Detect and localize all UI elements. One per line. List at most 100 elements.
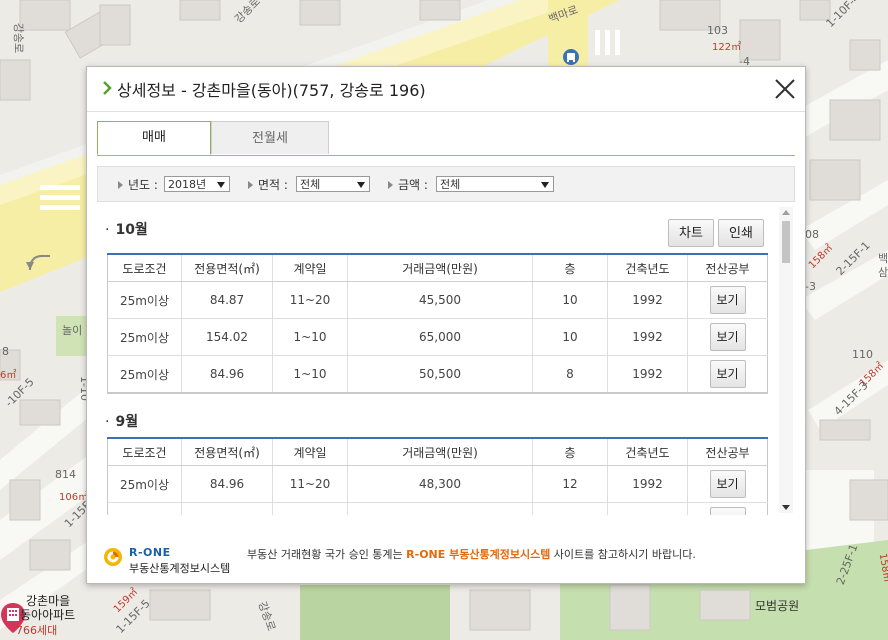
build-year-cell: 1992 — [607, 281, 688, 319]
price-select-value: 전체 — [440, 178, 461, 191]
contract-day-cell: 11~20 — [272, 281, 348, 319]
deals-table-october: 도로조건 전용면적(㎡) 계약일 거래금액(만원) 층 건축년도 전산공부 25… — [107, 253, 768, 394]
deals-table-september: 도로조건 전용면적(㎡) 계약일 거래금액(만원) 층 건축년도 전산공부 25… — [107, 437, 768, 515]
price-select[interactable]: 전체 — [436, 176, 554, 192]
dropdown-arrow-icon — [357, 182, 365, 188]
rone-site-link[interactable]: R-ONE 부동산통계정보시스템 — [406, 548, 550, 561]
detail-dialog: 상세정보 - 강촌마을(동아)(757, 강송로 196) 매매 전월세 년도 … — [86, 66, 806, 584]
contract-day-cell: 1~10 — [272, 318, 348, 356]
build-year-cell: 1992 — [607, 355, 688, 394]
ledger-cell: 보기 — [687, 318, 768, 356]
map-label: 8 — [2, 345, 9, 358]
view-ledger-button[interactable]: 보기 — [709, 286, 746, 314]
column-header: 전용면적(㎡) — [181, 253, 273, 282]
triangle-right-icon — [388, 180, 393, 189]
rone-logo[interactable]: R-ONE 부동산통계정보시스템 — [101, 537, 241, 575]
road-condition-cell: 25m이상 — [107, 281, 182, 319]
column-header: 계약일 — [272, 253, 348, 282]
area-cell: 84.96 — [181, 502, 273, 515]
map-label: 814 — [55, 468, 76, 481]
map-label: 6㎡ — [0, 370, 17, 381]
month-heading: · 10월 — [105, 222, 148, 238]
chart-button[interactable]: 차트 — [668, 219, 714, 247]
content-scrollbar[interactable] — [779, 207, 793, 513]
area-filter-label: 면적 : — [248, 176, 288, 194]
price-cell: 48,300 — [347, 465, 533, 503]
footer-notice-text: 부동산 거래현황 국가 승인 통계는 — [247, 548, 407, 561]
column-header: 층 — [532, 253, 608, 282]
column-header: 전산공부 — [687, 437, 768, 466]
ledger-cell: 보기 — [687, 281, 768, 319]
scrollbar-thumb[interactable] — [782, 221, 790, 263]
apartment-name-line2: 동아아파트 — [20, 608, 76, 622]
contract-day-cell: 11~20 — [272, 465, 348, 503]
rone-logo-icon — [104, 548, 122, 566]
bus-stop-icon[interactable] — [562, 48, 580, 66]
dialog-footer: R-ONE 부동산통계정보시스템 부동산 거래현황 국가 승인 통계는 R-ON… — [87, 527, 805, 583]
ledger-cell: 보기 — [687, 502, 768, 515]
close-icon[interactable] — [773, 77, 797, 101]
column-header: 거래금액(만원) — [347, 437, 533, 466]
table-row: 25m이상 84.96 11~20 49,500 13 1992 보기 — [107, 502, 768, 515]
area-select[interactable]: 전체 — [296, 176, 370, 192]
scroll-down-arrow-icon[interactable] — [782, 505, 790, 510]
view-ledger-button[interactable]: 보기 — [709, 507, 746, 515]
dialog-title: 상세정보 - 강촌마을(동아)(757, 강송로 196) — [117, 81, 426, 100]
road-condition-cell: 25m이상 — [107, 355, 182, 394]
scroll-up-arrow-icon[interactable] — [782, 210, 790, 215]
view-ledger-button[interactable]: 보기 — [709, 323, 746, 351]
price-cell: 45,500 — [347, 281, 533, 319]
view-ledger-button[interactable]: 보기 — [709, 470, 746, 498]
year-select[interactable]: 2018년 — [164, 176, 230, 192]
price-cell: 49,500 — [347, 502, 533, 515]
chevron-right-icon — [103, 81, 112, 95]
road-condition-cell: 25m이상 — [107, 502, 182, 515]
map-label: 모범공원 — [755, 599, 800, 613]
map-label: -3 — [805, 280, 816, 293]
floor-cell: 10 — [532, 318, 608, 356]
month-heading: · 9월 — [105, 414, 139, 430]
column-header: 도로조건 — [107, 437, 182, 466]
print-button[interactable]: 인쇄 — [718, 219, 764, 247]
dropdown-arrow-icon — [217, 182, 225, 188]
column-header: 전산공부 — [687, 253, 768, 282]
apartment-units: 766세대 — [16, 624, 58, 637]
column-header: 계약일 — [272, 437, 348, 466]
map-label: 삼 — [878, 266, 888, 279]
price-cell: 65,000 — [347, 318, 533, 356]
column-header: 도로조건 — [107, 253, 182, 282]
dialog-header: 상세정보 - 강촌마을(동아)(757, 강송로 196) — [87, 67, 805, 112]
road-condition-cell: 25m이상 — [107, 465, 182, 503]
road-condition-cell: 25m이상 — [107, 318, 182, 356]
rone-logo-name: R-ONE — [129, 546, 171, 559]
column-header: 건축년도 — [607, 253, 688, 282]
deals-content[interactable]: · 10월 차트 인쇄 도로조건 전용면적(㎡) 계약일 거래금액(만원) 층 건… — [97, 205, 793, 515]
column-header: 층 — [532, 437, 608, 466]
area-cell: 84.96 — [181, 465, 273, 503]
map-label: 103 — [707, 24, 728, 37]
tab-rent[interactable]: 전월세 — [211, 121, 329, 154]
price-cell: 50,500 — [347, 355, 533, 394]
floor-cell: 10 — [532, 281, 608, 319]
map-label: 122㎡ — [712, 42, 742, 53]
table-row: 25m이상 84.96 11~20 48,300 12 1992 보기 — [107, 465, 768, 503]
tab-sale[interactable]: 매매 — [97, 121, 211, 155]
column-header: 거래금액(만원) — [347, 253, 533, 282]
price-filter-label: 금액 : — [388, 176, 428, 194]
map-label: 08 — [805, 228, 819, 241]
table-header-row: 도로조건 전용면적(㎡) 계약일 거래금액(만원) 층 건축년도 전산공부 — [107, 437, 768, 466]
area-cell: 154.02 — [181, 318, 273, 356]
triangle-right-icon — [118, 180, 123, 189]
contract-day-cell: 1~10 — [272, 355, 348, 394]
tab-bar: 매매 전월세 — [97, 121, 795, 156]
area-select-value: 전체 — [300, 178, 321, 191]
build-year-cell: 1992 — [607, 318, 688, 356]
area-cell: 84.96 — [181, 355, 273, 394]
view-ledger-button[interactable]: 보기 — [709, 360, 746, 388]
build-year-cell: 1992 — [607, 502, 688, 515]
table-row: 25m이상 84.87 11~20 45,500 10 1992 보기 — [107, 281, 768, 319]
footer-notice: 부동산 거래현황 국가 승인 통계는 R-ONE 부동산통계정보시스템 사이트를… — [247, 546, 696, 562]
floor-cell: 13 — [532, 502, 608, 515]
table-row: 25m이상 154.02 1~10 65,000 10 1992 보기 — [107, 318, 768, 356]
apartment-marker[interactable]: 강촌마을 동아아파트 766세대 — [0, 592, 80, 640]
